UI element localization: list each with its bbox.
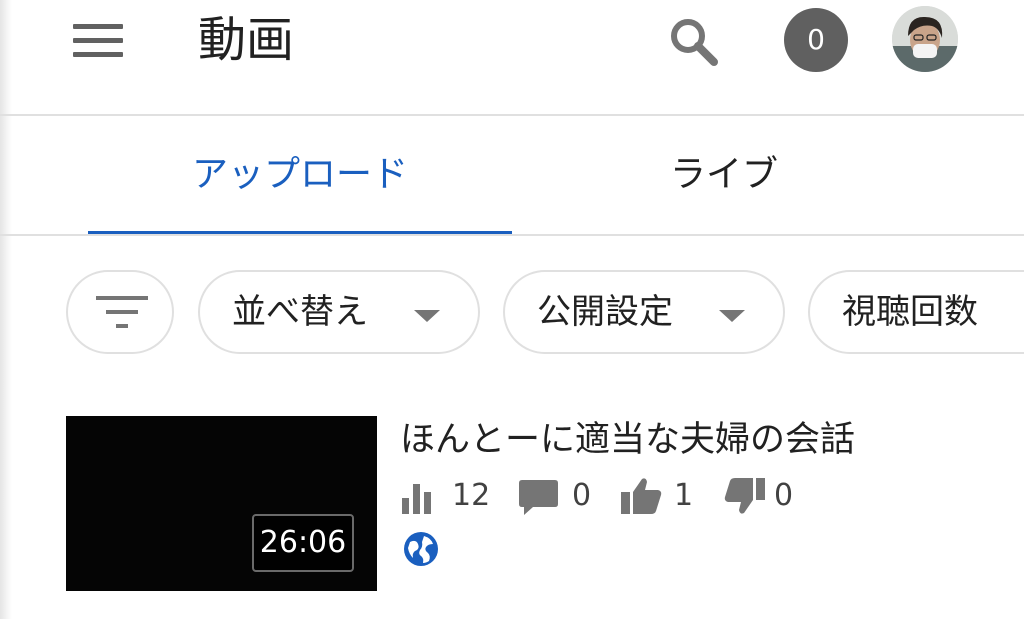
studio-videos-page: 動画 0 アップロード ライブ 並べ替え 公開設定 視聴回数 26:06 ほんと… <box>0 0 1024 619</box>
chevron-down-icon <box>414 310 440 322</box>
tab-bar-divider <box>0 234 1024 236</box>
video-title[interactable]: ほんとーに適当な夫婦の会話 <box>400 418 855 462</box>
dislikes-count: 0 <box>774 478 794 513</box>
filter-list-icon <box>96 296 148 328</box>
views-chip-label: 視聴回数 <box>842 292 978 332</box>
likes-count: 1 <box>674 478 694 513</box>
video-stats: 12 0 1 0 <box>400 474 1020 518</box>
thumb-down-icon <box>724 478 765 514</box>
public-globe-icon <box>404 532 438 566</box>
tab-bar: アップロード ライブ <box>0 116 1024 234</box>
page-title: 動画 <box>198 12 295 68</box>
video-thumbnail[interactable]: 26:06 <box>66 416 377 591</box>
comment-icon <box>519 480 558 515</box>
search-icon[interactable] <box>664 14 724 70</box>
filter-chip[interactable] <box>66 270 174 354</box>
chevron-down-icon <box>719 310 745 322</box>
thumb-up-icon <box>621 478 662 514</box>
bar-chart-icon <box>402 484 431 514</box>
sort-chip-label: 並べ替え <box>232 292 368 332</box>
visibility-chip-label: 公開設定 <box>537 292 673 332</box>
hamburger-menu-icon[interactable] <box>64 14 132 66</box>
duration-badge: 26:06 <box>252 514 354 572</box>
visibility-chip[interactable]: 公開設定 <box>503 270 785 354</box>
video-list-item[interactable]: 26:06 ほんとーに適当な夫婦の会話 12 0 1 0 <box>66 416 1024 596</box>
sort-chip[interactable]: 並べ替え <box>198 270 480 354</box>
comments-count: 0 <box>572 478 592 513</box>
user-avatar[interactable] <box>892 6 958 72</box>
tab-uploads[interactable]: アップロード <box>88 116 512 234</box>
views-count: 12 <box>452 478 491 513</box>
tab-live[interactable]: ライブ <box>512 116 936 234</box>
app-bar: 動画 0 <box>0 0 1024 114</box>
views-chip[interactable]: 視聴回数 <box>808 270 1024 354</box>
notification-count-badge[interactable]: 0 <box>784 8 848 72</box>
